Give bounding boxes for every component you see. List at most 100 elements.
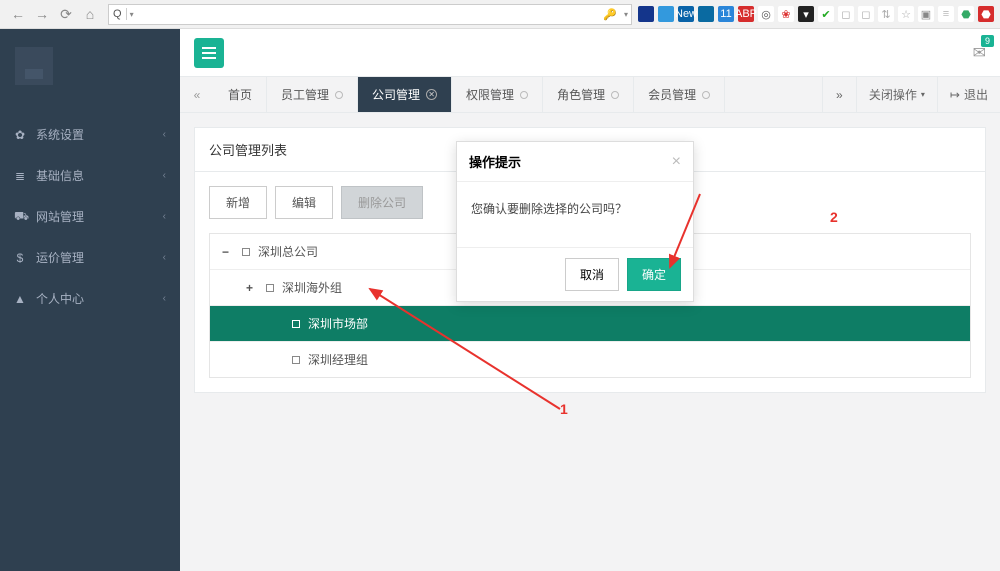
- sidebar-item-1[interactable]: ≣ 基础信息 ‹: [0, 155, 180, 196]
- menu-label: 网站管理: [36, 208, 84, 225]
- menu-label: 个人中心: [36, 290, 84, 307]
- main-area: ✉ 9 « 首页 员工管理 公司管理 ✕ 权限管理 角色管理 会员管理 » 关闭操作▾ ↦ …: [180, 29, 1000, 571]
- tree-toggle-icon[interactable]: +: [246, 281, 260, 295]
- sidebar-item-3[interactable]: $运价管理‹: [0, 237, 180, 278]
- tab-label: 权限管理: [466, 86, 514, 103]
- extension-icon[interactable]: ▣: [918, 6, 934, 22]
- annotation-label-1: 1: [560, 401, 568, 417]
- extension-icon[interactable]: ⬣: [978, 6, 994, 22]
- annotation-label-2: 2: [830, 209, 838, 225]
- tab-2[interactable]: 公司管理 ✕: [358, 77, 452, 112]
- tab-label: 首页: [228, 86, 252, 103]
- menu-label: 系统设置: [36, 126, 84, 143]
- sidebar: ✿系统设置‹≣基础信息‹⛟网站管理‹$运价管理‹▲个人中心‹: [0, 29, 180, 571]
- back-button[interactable]: ←: [9, 5, 27, 23]
- tab-close-icon[interactable]: [611, 91, 619, 99]
- reload-button[interactable]: ⟳: [57, 5, 75, 23]
- tree-row-3[interactable]: 深圳经理组: [210, 342, 970, 377]
- extension-icon[interactable]: ABP: [738, 6, 754, 22]
- extension-icon[interactable]: New: [678, 6, 694, 22]
- delete-button[interactable]: 删除公司: [341, 186, 423, 219]
- sidebar-item-4[interactable]: ▲ 个人中心 ‹: [0, 278, 180, 319]
- tab-3[interactable]: 权限管理: [452, 77, 543, 112]
- add-button[interactable]: 新增: [209, 186, 267, 219]
- tree-node-icon: [266, 284, 274, 292]
- sidebar-header: [0, 29, 180, 114]
- url-dropdown-icon[interactable]: ▾: [127, 10, 137, 19]
- tab-close-icon[interactable]: ✕: [426, 89, 437, 100]
- extension-icon[interactable]: ✔: [818, 6, 834, 22]
- extension-icon[interactable]: ⬣: [958, 6, 974, 22]
- tab-4[interactable]: 角色管理: [543, 77, 634, 112]
- sidebar-item-0[interactable]: ✿ 系统设置 ‹: [0, 114, 180, 155]
- extension-icons: New11ABP◎❀▾✔◻◻⇅☆▣≡⬣⬣: [638, 6, 994, 22]
- tree-toggle-icon[interactable]: −: [222, 245, 236, 259]
- sidebar-toggle-button[interactable]: [194, 38, 224, 68]
- tab-label: 公司管理: [372, 86, 420, 103]
- tab-close-icon[interactable]: [335, 91, 343, 99]
- dialog-body: 您确认要删除选择的公司吗？: [457, 182, 693, 247]
- extension-icon[interactable]: ❀: [778, 6, 794, 22]
- extension-icon[interactable]: ◎: [758, 6, 774, 22]
- tab-5[interactable]: 会员管理: [634, 77, 725, 112]
- chevron-left-icon: ‹: [163, 252, 166, 263]
- extension-icon[interactable]: ◻: [838, 6, 854, 22]
- tabs-scroll-right[interactable]: »: [822, 77, 856, 112]
- extension-icon[interactable]: [658, 6, 674, 22]
- tree-node-label: 深圳总公司: [258, 243, 318, 260]
- dialog-close-icon[interactable]: ×: [672, 153, 681, 171]
- tree-node-label: 深圳海外组: [282, 279, 342, 296]
- chevron-left-icon: ‹: [163, 170, 166, 181]
- logout-button[interactable]: ↦ 退出: [937, 77, 1000, 112]
- url-dropdown-right-icon[interactable]: ▾: [621, 10, 631, 19]
- close-ops-dropdown[interactable]: 关闭操作▾: [856, 77, 937, 112]
- messages-badge: 9: [981, 35, 994, 47]
- tree-node-label: 深圳经理组: [308, 351, 368, 368]
- extension-icon[interactable]: [638, 6, 654, 22]
- tab-label: 角色管理: [557, 86, 605, 103]
- url-bar[interactable]: Q ▾ 🔑 ▾: [108, 4, 632, 25]
- chevron-left-icon: ‹: [163, 129, 166, 140]
- extension-icon[interactable]: ⇅: [878, 6, 894, 22]
- confirm-dialog: 操作提示 × 您确认要删除选择的公司吗？ 取消 确定: [456, 141, 694, 302]
- menu-label: 基础信息: [36, 167, 84, 184]
- extension-icon[interactable]: [698, 6, 714, 22]
- dialog-title: 操作提示: [469, 152, 521, 171]
- tabs-scroll-left[interactable]: «: [180, 77, 214, 112]
- tab-close-icon[interactable]: [702, 91, 710, 99]
- menu-icon: ≣: [14, 169, 26, 183]
- topbar: ✉ 9: [180, 29, 1000, 77]
- extension-icon[interactable]: ▾: [798, 6, 814, 22]
- sidebar-item-2[interactable]: ⛟网站管理‹: [0, 196, 180, 237]
- extension-icon[interactable]: ≡: [938, 6, 954, 22]
- avatar[interactable]: [15, 47, 53, 85]
- messages-icon[interactable]: ✉ 9: [973, 43, 986, 63]
- tab-1[interactable]: 员工管理: [267, 77, 358, 112]
- chevron-left-icon: ‹: [163, 293, 166, 304]
- url-input[interactable]: [137, 7, 604, 21]
- tree-node-icon: [292, 356, 300, 364]
- key-icon: 🔑: [603, 8, 621, 21]
- url-scheme-badge: Q: [109, 8, 127, 20]
- tabbar: « 首页 员工管理 公司管理 ✕ 权限管理 角色管理 会员管理 » 关闭操作▾ ↦ 退出: [180, 77, 1000, 113]
- tree-node-icon: [242, 248, 250, 256]
- forward-button[interactable]: →: [33, 5, 51, 23]
- tab-label: 会员管理: [648, 86, 696, 103]
- dialog-cancel-button[interactable]: 取消: [565, 258, 619, 291]
- edit-button[interactable]: 编辑: [275, 186, 333, 219]
- home-button[interactable]: ⌂: [81, 5, 99, 23]
- extension-icon[interactable]: 11: [718, 6, 734, 22]
- chevron-left-icon: ‹: [163, 211, 166, 222]
- menu-label: 运价管理: [36, 249, 84, 266]
- tree-node-icon: [292, 320, 300, 328]
- menu-icon: ✿: [14, 128, 26, 142]
- tree-row-2[interactable]: 深圳市场部: [210, 306, 970, 342]
- dialog-ok-button[interactable]: 确定: [627, 258, 681, 291]
- tree-node-label: 深圳市场部: [308, 315, 368, 332]
- extension-icon[interactable]: ◻: [858, 6, 874, 22]
- menu-icon: ▲: [14, 292, 26, 306]
- extension-icon[interactable]: ☆: [898, 6, 914, 22]
- tab-close-icon[interactable]: [520, 91, 528, 99]
- tab-0[interactable]: 首页: [214, 77, 267, 112]
- tab-label: 员工管理: [281, 86, 329, 103]
